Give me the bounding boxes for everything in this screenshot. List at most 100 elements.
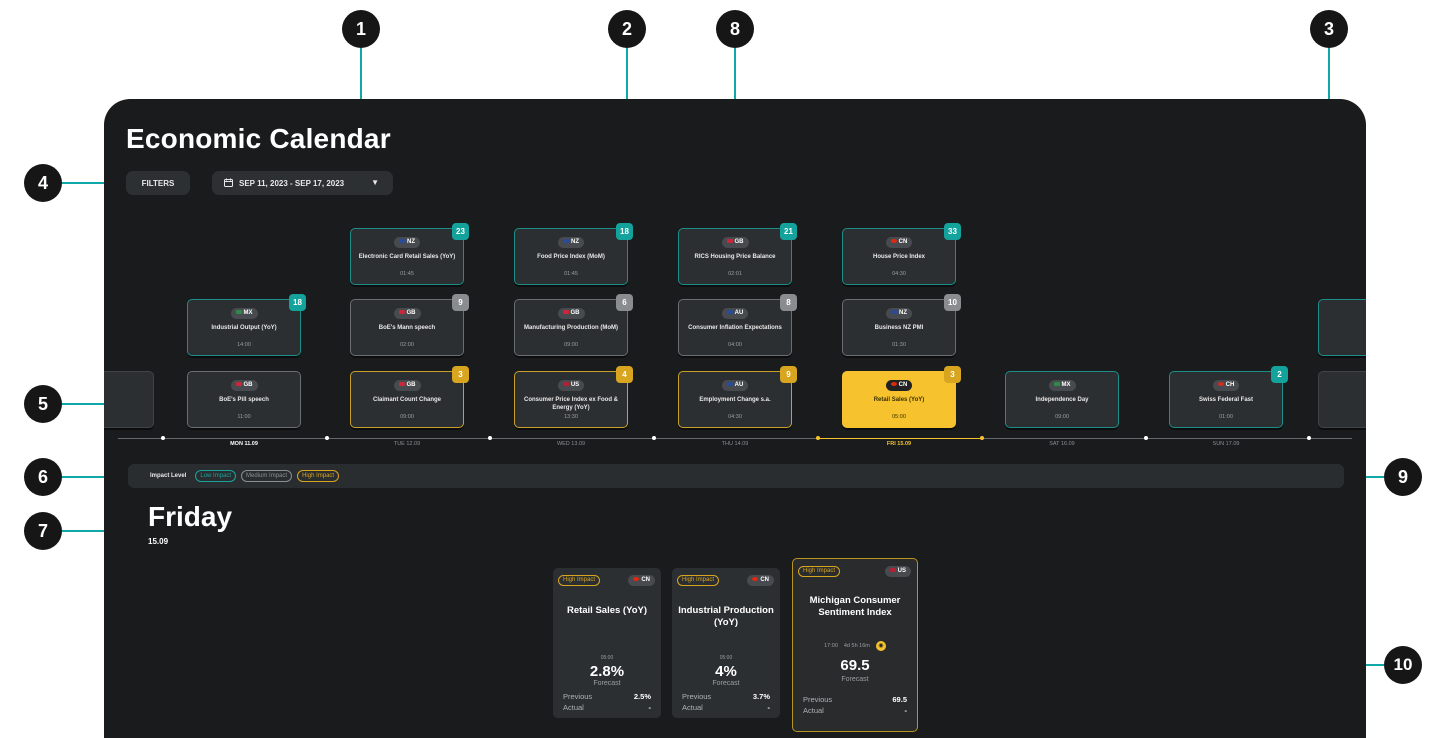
country-flag-badge: GB (393, 308, 421, 319)
event-name: Industrial Output (YoY) (211, 325, 277, 331)
annotation-marker-6: 6 (24, 458, 62, 496)
event-card[interactable]: US Consumer Price Index ex Food & Energy… (514, 366, 633, 428)
event-name: BoE's Mann speech (378, 325, 436, 331)
country-flag-badge: US (884, 566, 911, 577)
actual-value: - (648, 703, 652, 712)
timeline-dot (488, 436, 492, 440)
event-detail-card[interactable]: High Impact CN Industrial Production (Yo… (672, 568, 780, 718)
event-card[interactable]: MX Independence Day 09:00 (1005, 371, 1119, 428)
country-flag-badge: CN (885, 380, 913, 391)
impact-level-label: Impact Level (150, 473, 187, 479)
event-card[interactable]: CN House Price Index 04:30 33 (842, 223, 961, 285)
timeline-day-wed[interactable]: WED 13.09 (521, 441, 621, 447)
event-card-partial[interactable] (1318, 371, 1366, 428)
event-card[interactable]: GB BoE's Pill speech 11:00 (187, 371, 301, 428)
date-range-dropdown[interactable]: SEP 11, 2023 - SEP 17, 2023 ▼ (212, 171, 393, 195)
event-time: 09:00 (1055, 414, 1069, 420)
event-card[interactable]: NZ Business NZ PMI 01:30 10 (842, 294, 961, 356)
event-name: Manufacturing Production (MoM) (524, 325, 618, 331)
calendar-icon (224, 178, 233, 189)
timeline-day-thu[interactable]: THU 14.09 (685, 441, 785, 447)
event-count-badge: 8 (780, 294, 797, 311)
filters-button[interactable]: FILTERS (126, 171, 190, 195)
forecast-value: 69.5 (840, 657, 870, 674)
event-count-badge: 33 (944, 223, 961, 240)
event-time: 04:00 (728, 342, 742, 348)
bell-icon[interactable]: ◉ (875, 641, 886, 651)
timeline-day-sat[interactable]: SAT 16.09 (1012, 441, 1112, 447)
forecast-label: Forecast (593, 680, 621, 687)
previous-value: 2.5% (633, 692, 651, 701)
annotation-marker-4: 4 (24, 164, 62, 202)
forecast-label: Forecast (712, 680, 740, 687)
event-card-partial[interactable] (104, 371, 154, 428)
event-time: 04:30 (892, 271, 906, 277)
event-time: 04:30 (728, 414, 742, 420)
annotation-marker-9: 9 (1384, 458, 1422, 496)
selected-day-name: Friday (148, 501, 233, 532)
annotation-marker-10: 10 (1384, 646, 1422, 684)
country-flag-badge: CN (628, 575, 655, 586)
event-card[interactable]: GB Manufacturing Production (MoM) 09:00 … (514, 294, 633, 356)
forecast-value: 4% (715, 663, 737, 680)
event-card[interactable]: CH Swiss Federal Fast 01:00 2 (1169, 366, 1288, 428)
event-count-badge: 21 (780, 223, 797, 240)
timeline-dot (980, 436, 984, 440)
event-card[interactable]: NZ Electronic Card Retail Sales (YoY) 01… (350, 223, 469, 285)
event-count-badge: 6 (616, 294, 633, 311)
event-name: Industrial Production (YoY) (678, 605, 774, 628)
event-name: Retail Sales (YoY) (873, 397, 925, 403)
event-card[interactable]: GB BoE's Mann speech 02:00 9 (350, 294, 469, 356)
high-impact-filter[interactable]: High Impact (297, 470, 340, 482)
countdown-value: 4d 5h 16m (843, 643, 870, 649)
event-card-partial[interactable] (1318, 299, 1366, 356)
event-card[interactable]: GB Claimant Count Change 09:00 3 (350, 366, 469, 428)
event-count-badge: 18 (616, 223, 633, 240)
low-impact-filter[interactable]: Low Impact (195, 470, 237, 482)
event-time: 01:45 (400, 271, 414, 277)
event-countdown: 17:00 4d 5h 16m ◉ (793, 641, 917, 651)
country-flag-badge: CH (1212, 380, 1240, 391)
medium-impact-filter[interactable]: Medium Impact (241, 470, 293, 482)
event-time: 11:00 (237, 414, 251, 420)
event-card[interactable]: AU Consumer Inflation Expectations 04:00… (678, 294, 797, 356)
event-count-badge: 10 (944, 294, 961, 311)
timeline-axis (982, 438, 1352, 439)
event-detail-card[interactable]: High Impact CN Retail Sales (YoY) 05:00 … (553, 568, 661, 718)
timeline-day-tue[interactable]: TUE 12.09 (357, 441, 457, 447)
country-flag-badge: CN (747, 575, 774, 586)
timeline-day-mon[interactable]: MON 11.09 (194, 441, 294, 447)
country-flag-badge: US (557, 380, 585, 391)
event-card[interactable]: GB RICS Housing Price Balance 02:01 21 (678, 223, 797, 285)
timeline-dot (1307, 436, 1311, 440)
country-flag-badge: NZ (394, 237, 420, 248)
page-title: Economic Calendar (126, 123, 391, 154)
event-card[interactable]: MX Industrial Output (YoY) 14:00 18 (187, 294, 306, 356)
previous-value: 3.7% (752, 692, 770, 701)
event-card[interactable]: AU Employment Change s.a. 04:30 9 (678, 366, 797, 428)
event-detail-card-highlighted[interactable]: High Impact US Michigan Consumer Sentime… (792, 558, 918, 732)
event-count-badge: 3 (944, 366, 961, 383)
previous-label: Previous (803, 695, 833, 704)
annotation-marker-3: 3 (1310, 10, 1348, 48)
event-count-badge: 9 (452, 294, 469, 311)
country-flag-badge: GB (393, 380, 421, 391)
annotation-marker-5: 5 (24, 385, 62, 423)
event-card[interactable]: NZ Food Price Index (MoM) 01:45 18 (514, 223, 633, 285)
impact-badge: High Impact (798, 566, 841, 577)
event-card-selected[interactable]: CN Retail Sales (YoY) 05:00 3 (842, 366, 961, 428)
impact-badge: High Impact (558, 575, 601, 586)
annotation-marker-2: 2 (608, 10, 646, 48)
country-flag-badge: MX (1048, 380, 1076, 391)
previous-label: Previous (682, 692, 712, 701)
timeline-day-sun[interactable]: SUN 17.09 (1176, 441, 1276, 447)
forecast-label: Forecast (841, 676, 869, 683)
country-flag-badge: NZ (886, 308, 912, 319)
timeline-day-fri[interactable]: FRI 15.09 (849, 441, 949, 447)
event-time: 05:00 (600, 655, 614, 661)
country-flag-badge: AU (721, 380, 749, 391)
event-name: Employment Change s.a. (699, 397, 771, 403)
actual-value: - (904, 706, 908, 715)
annotation-marker-1: 1 (342, 10, 380, 48)
country-flag-badge: AU (721, 308, 749, 319)
